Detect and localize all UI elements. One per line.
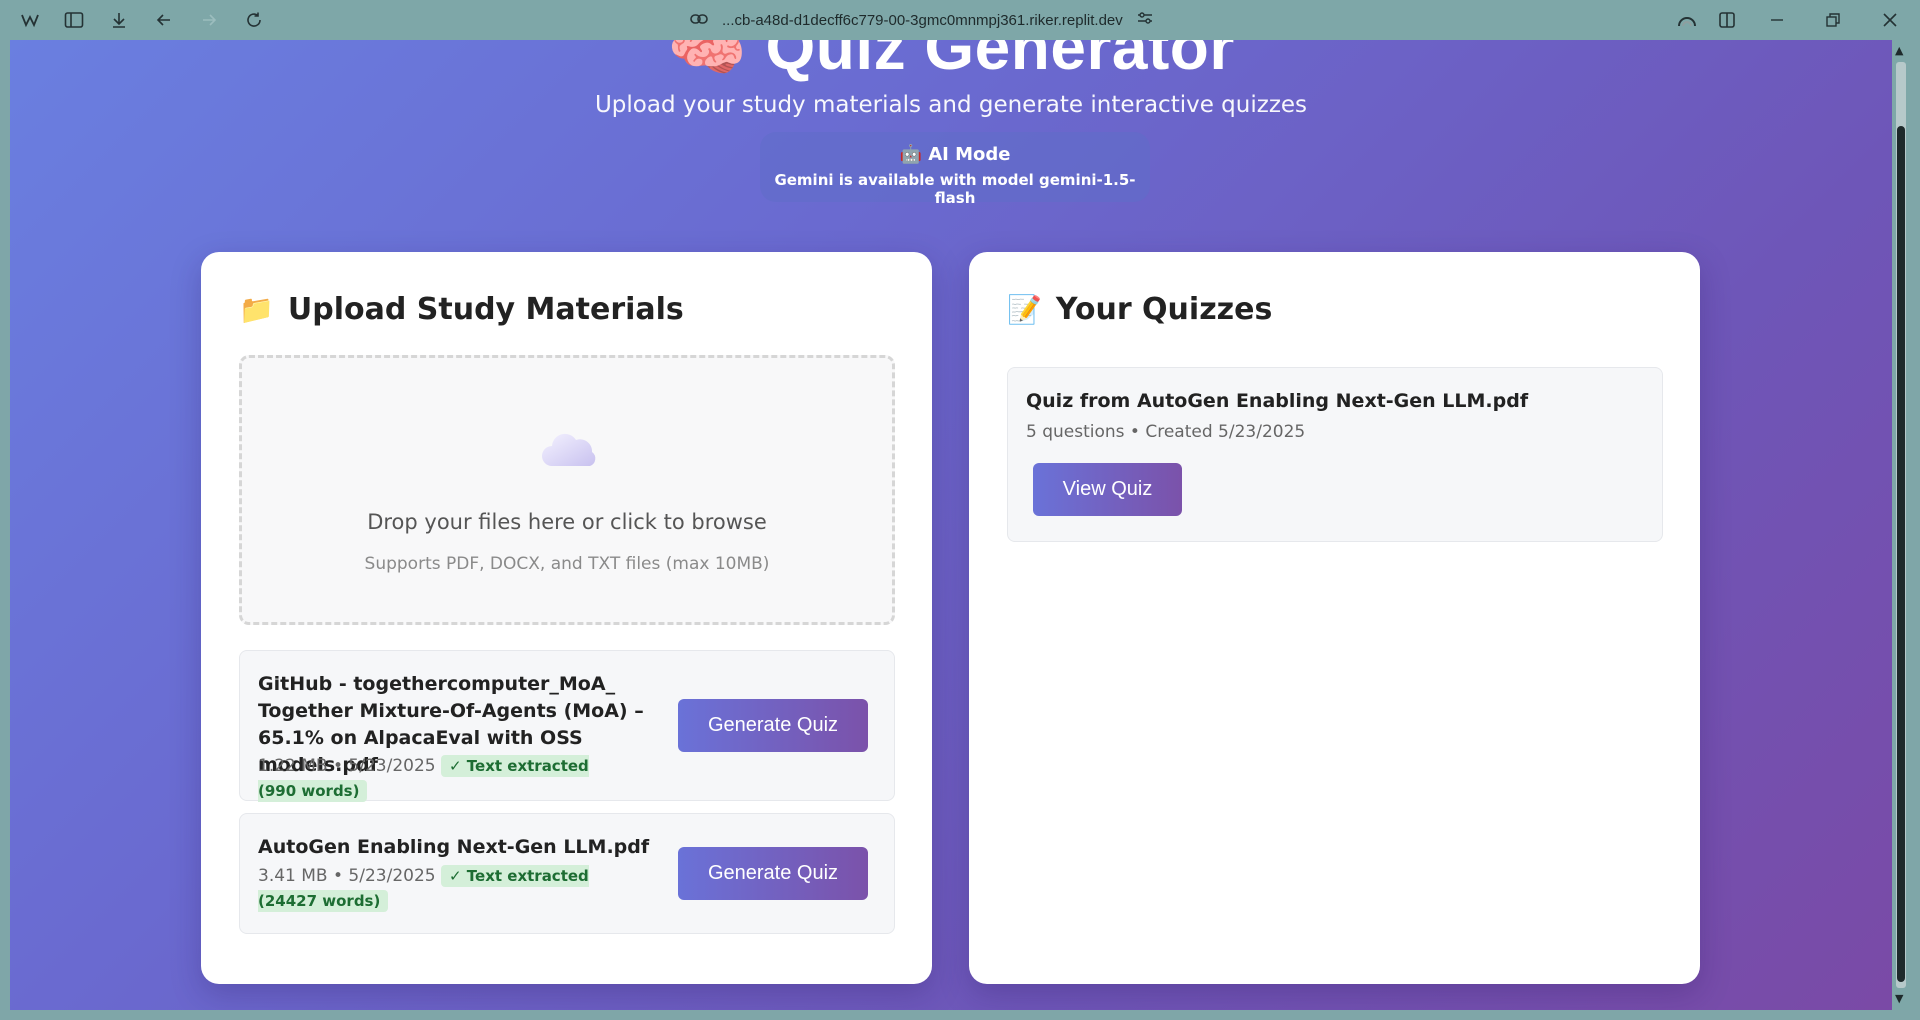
browser-toolbar: ...cb-a48d-d1decff6c779-00-3gmc0mnmpj361… [0,0,1920,40]
scrollbar-thumb[interactable] [1897,126,1905,982]
download-icon[interactable] [107,8,131,32]
split-view-icon[interactable] [1715,8,1739,32]
file-dropzone[interactable]: Drop your files here or click to browse … [239,355,895,625]
url-text: ...cb-a48d-d1decff6c779-00-3gmc0mnmpj361… [722,11,1123,29]
dropzone-hint: Supports PDF, DOCX, and TXT files (max 1… [364,554,770,574]
page-title-text: Quiz Generator [765,40,1235,83]
site-settings-icon[interactable] [1137,11,1153,29]
view-quiz-button[interactable]: View Quiz [1033,463,1182,516]
app-logo-icon[interactable] [18,8,42,32]
forward-icon[interactable] [197,8,221,32]
ai-mode-badge: 🤖 AI Mode Gemini is available with model… [760,132,1150,207]
link-icon [690,11,708,29]
page-subtitle: Upload your study materials and generate… [594,92,1308,118]
quizzes-card: 📝 Your Quizzes Quiz from AutoGen Enablin… [969,252,1700,984]
sidebar-toggle-icon[interactable] [62,8,86,32]
close-icon[interactable] [1878,8,1902,32]
generate-quiz-button[interactable]: Generate Quiz [678,847,868,900]
page-viewport: 🧠 Quiz Generator Upload your study materi… [10,40,1892,1010]
brain-icon: 🧠 [667,40,748,83]
upload-heading: 📁 Upload Study Materials [239,292,684,327]
profile-icon[interactable] [1675,8,1699,32]
file-size-date: 3.41 MB • 5/23/2025 [258,866,436,886]
file-item: AutoGen Enabling Next-Gen LLM.pdf 3.41 M… [239,813,895,934]
file-size-date: 1.22 MB • 5/23/2025 [258,756,436,776]
quiz-title: Quiz from AutoGen Enabling Next-Gen LLM.… [1026,390,1529,412]
file-item: GitHub - togethercomputer_MoA_ Together … [239,650,895,804]
minimize-icon[interactable] [1765,8,1789,32]
page-title: 🧠 Quiz Generator [10,40,1892,85]
back-icon[interactable] [152,8,176,32]
folder-icon: 📁 [239,293,274,326]
ai-mode-status: Gemini is available with model gemini-1.… [774,171,1136,207]
ai-mode-title: 🤖 AI Mode [899,144,1011,165]
reload-icon[interactable] [242,8,266,32]
quizzes-heading-text: Your Quizzes [1055,292,1273,327]
dropzone-text: Drop your files here or click to browse [367,510,767,534]
file-meta: 1.22 MB • 5/23/2025 ✓ Text extracted (99… [258,754,628,804]
quiz-list-item: Quiz from AutoGen Enabling Next-Gen LLM.… [1007,367,1663,542]
restore-icon[interactable] [1821,8,1845,32]
file-name: AutoGen Enabling Next-Gen LLM.pdf [258,836,650,858]
cloud-icon [542,433,596,466]
quiz-meta: 5 questions • Created 5/23/2025 [1026,422,1306,442]
generate-quiz-button[interactable]: Generate Quiz [678,699,868,752]
address-bar[interactable]: ...cb-a48d-d1decff6c779-00-3gmc0mnmpj361… [690,8,1153,32]
upload-card: 📁 Upload Study Materials Drop your files… [201,252,932,984]
page-scrollbar[interactable]: ▲ ▼ [1892,40,1910,1010]
upload-heading-text: Upload Study Materials [287,292,684,327]
memo-icon: 📝 [1007,293,1042,326]
quizzes-heading: 📝 Your Quizzes [1007,292,1272,327]
scroll-up-icon[interactable]: ▲ [1895,44,1903,57]
scroll-down-icon[interactable]: ▼ [1895,992,1903,1005]
file-meta: 3.41 MB • 5/23/2025 ✓ Text extracted (24… [258,864,618,914]
